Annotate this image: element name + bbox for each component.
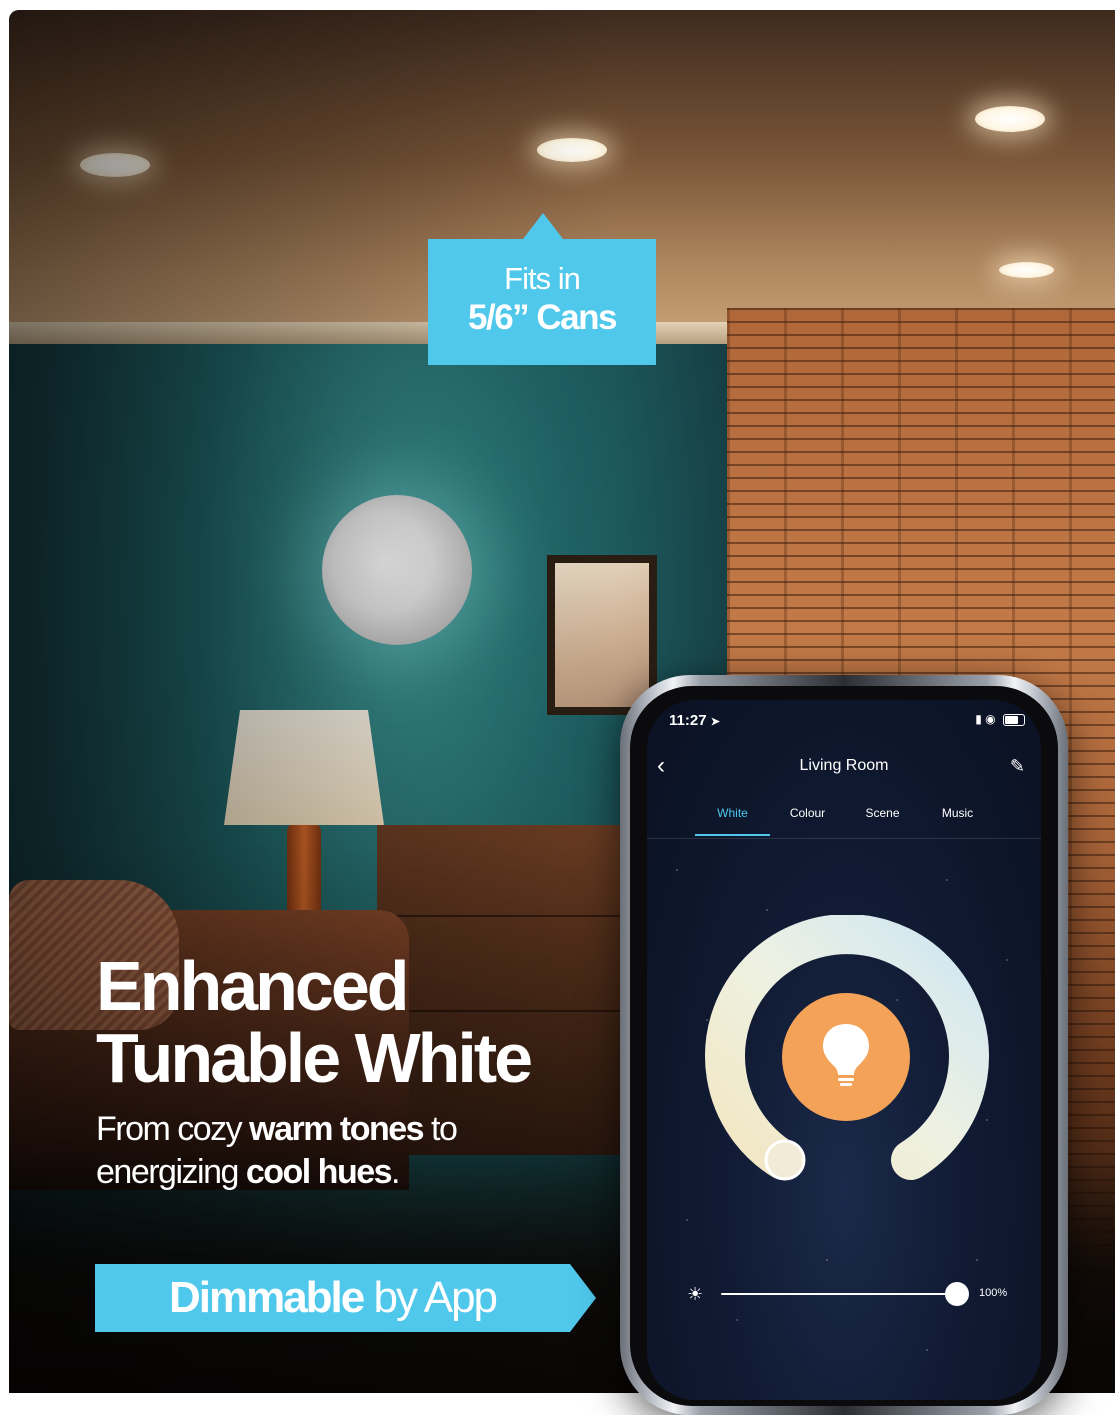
status-time-text: 11:27 [669, 712, 707, 729]
status-icons: ▮ ◉ [975, 712, 1025, 726]
wifi-icon: ◉ [985, 712, 996, 726]
subtitle-text: . [391, 1153, 400, 1191]
mode-tabs: White Colour Scene Music [695, 806, 995, 836]
sun-icon: ☀ [687, 1284, 704, 1304]
room-title: Living Room [799, 757, 889, 774]
brightness-knob[interactable] [945, 1282, 969, 1306]
subtitle-bold-warm: warm tones [249, 1110, 424, 1148]
ring-handle[interactable] [764, 1139, 806, 1181]
tab-scene[interactable]: Scene [845, 806, 920, 836]
headline-title-line-2: Tunable White [96, 1019, 533, 1097]
banner-bold: Dimmable [168, 1273, 365, 1322]
signal-icon: ▮ [975, 712, 982, 726]
location-arrow-icon: ➤ [710, 716, 720, 728]
lightbulb-icon [823, 1024, 869, 1086]
subtitle-bold-cool: cool hues [245, 1153, 393, 1191]
headline-title-line-1: Enhanced [96, 947, 410, 1025]
headline-title: Enhanced Tunable White [96, 950, 636, 1094]
battery-icon [1003, 713, 1025, 726]
status-time: 11:27 ➤ [669, 712, 720, 729]
pencil-icon[interactable]: ✎ [1010, 756, 1025, 777]
brightness-slider-row: ☀ 100% [677, 1282, 1022, 1306]
tab-music[interactable]: Music [920, 806, 995, 836]
subtitle-text: From cozy [96, 1110, 250, 1148]
dimmable-banner: Dimmable by App [95, 1264, 596, 1332]
brightness-value: 100% [979, 1287, 1008, 1299]
callout-line-1: Fits in [504, 261, 581, 296]
callout-line-2: 5/6” Cans [468, 298, 617, 337]
subtitle-text: energizing [96, 1153, 246, 1191]
phone-screen: 11:27 ➤ ▮ ◉ ‹ Living Room ✎ White Colour… [647, 700, 1041, 1400]
banner-rest: by App [363, 1273, 498, 1322]
headline-block: Enhanced Tunable White From cozy warm to… [96, 950, 636, 1194]
tab-white[interactable]: White [695, 806, 770, 836]
brightness-track[interactable] [721, 1293, 957, 1295]
headline-subtitle: From cozy warm tones to energizing cool … [96, 1108, 636, 1194]
tab-colour[interactable]: Colour [770, 806, 845, 836]
tab-divider [647, 838, 1041, 839]
subtitle-text: to [423, 1110, 458, 1148]
fits-cans-callout: Fits in 5/6” Cans [428, 239, 656, 365]
